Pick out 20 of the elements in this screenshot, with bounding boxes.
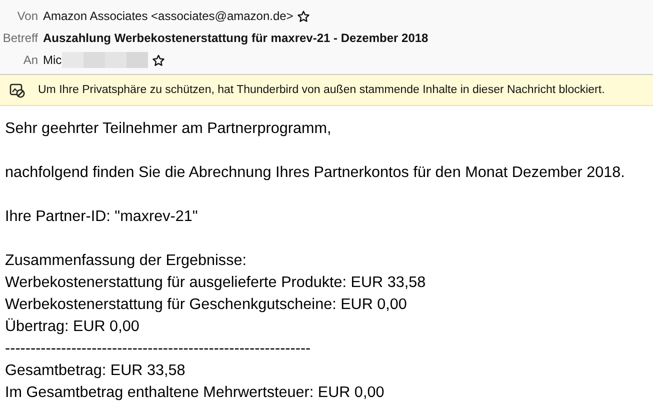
message-text: Übertrag: EUR 0,00 [5,317,140,337]
message-text: Gesamtbetrag: EUR 33,58 [5,361,186,381]
star-icon[interactable] [297,10,310,22]
message-text: ------------------------------------------------------------ [5,339,312,359]
message-text: Werbekostenerstattung für ausgelieferte Produkte: EUR 33,58 [5,273,427,293]
field-value: Auszahlung Werbekostenerstattung für maxrev-21 - Dezember 2018 [43,31,428,45]
field-value: Amazon Associates <associates@amazon.de> [43,9,294,23]
message-text: Sehr geehrter Teilnehmer am Partnerprogramm, [5,119,332,139]
star-icon[interactable] [152,54,165,66]
field-label: Betreff [2,31,38,45]
blocked-image-icon [9,82,25,98]
field-value: Mic [43,53,62,67]
field-label: Von [16,9,38,23]
message-text: Zusammenfassung der Ergebnisse: [5,251,248,271]
message-text: Werbekostenerstattung für Geschenkgutscheine: EUR 0,00 [5,295,408,315]
message-text: Ihre Partner-ID: "maxrev-21" [5,207,199,227]
notification-text: Um Ihre Privatsphäre zu schützen, hat Thunderbird von außen stammende Inhalte in dieser Nachricht blockiert. [38,84,605,96]
message-text: nachfolgend finden Sie die Abrechnung Ihres Partnerkontos für den Monat Dezember 2018. [5,163,626,183]
field-label: An [22,53,38,67]
message-text: Im Gesamtbetrag enthaltene Mehrwertsteuer: EUR 0,00 [5,383,386,403]
